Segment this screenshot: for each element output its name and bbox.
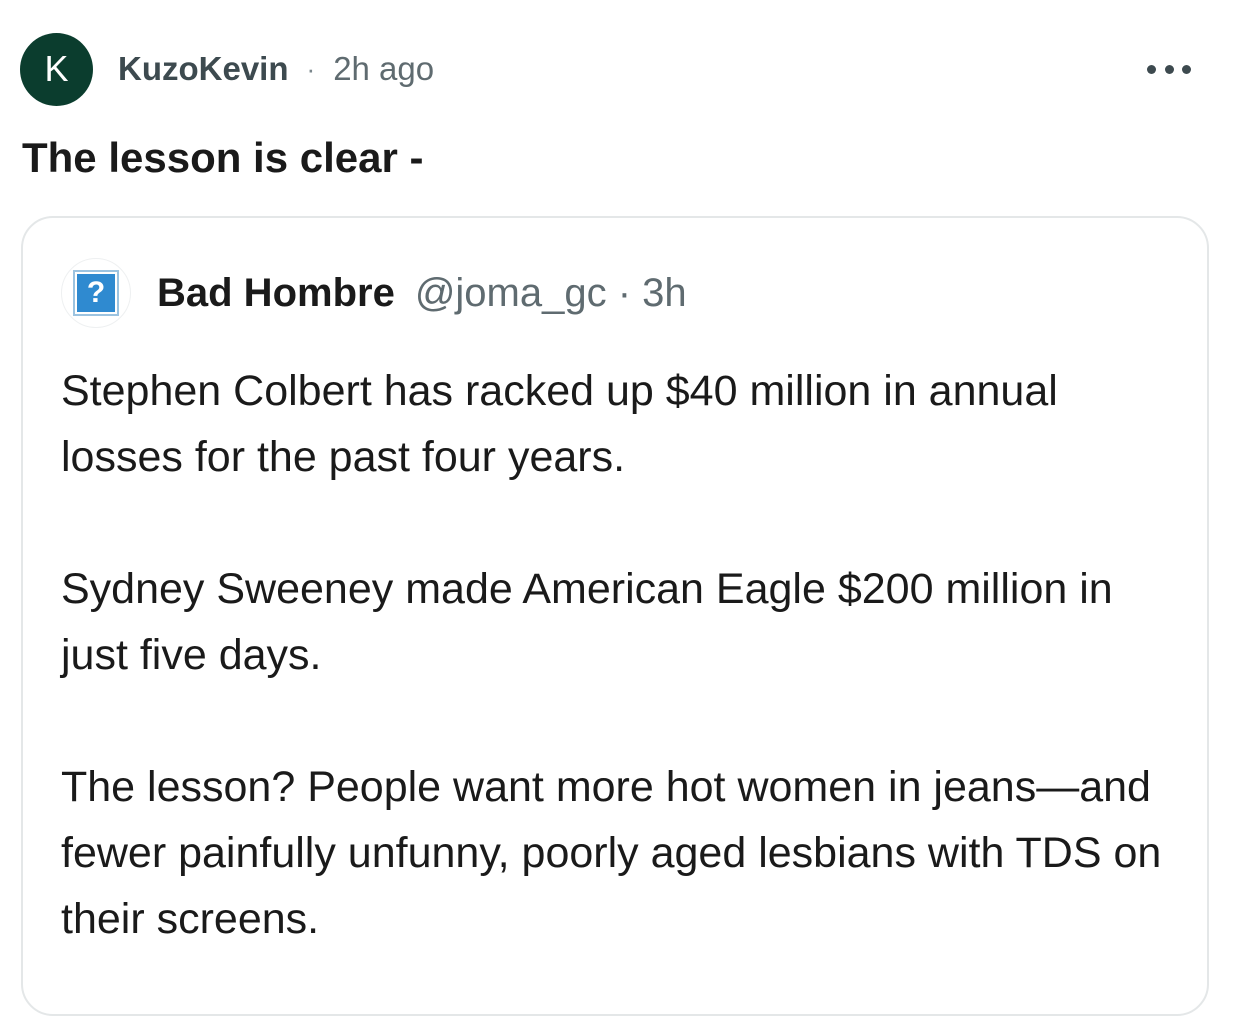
- quoted-avatar[interactable]: ?: [61, 258, 131, 328]
- more-horizontal-icon: [1164, 64, 1174, 74]
- avatar[interactable]: K: [20, 32, 93, 106]
- question-mark-icon: ?: [73, 270, 119, 316]
- quoted-post-body: Stephen Colbert has racked up $40 millio…: [61, 358, 1181, 1018]
- separator-dot: ·: [306, 53, 316, 84]
- quoted-handle-time: @joma_gc · 3h: [414, 270, 687, 315]
- more-horizontal-icon: [1147, 64, 1156, 74]
- quoted-paragraph: Stephen Colbert has racked up $40 millio…: [61, 367, 1058, 481]
- post-title: The lesson is clear -: [22, 134, 424, 181]
- quoted-post-card[interactable]: ? Bad Hombre @joma_gc · 3h Stephen Colbe…: [21, 216, 1209, 1016]
- quoted-paragraph: The lesson? People want more hot women i…: [61, 763, 1162, 943]
- question-mark-glyph: ?: [77, 274, 115, 312]
- author-name[interactable]: KuzoKevin: [118, 50, 289, 88]
- quoted-author-name[interactable]: Bad Hombre: [157, 271, 395, 316]
- more-options-button[interactable]: [1147, 58, 1191, 80]
- more-horizontal-icon: [1182, 64, 1191, 74]
- quoted-post-header: ? Bad Hombre @joma_gc · 3h: [61, 258, 687, 328]
- quoted-paragraph: Sydney Sweeney made American Eagle $200 …: [61, 565, 1113, 679]
- post-timestamp: 2h ago: [333, 50, 435, 87]
- post-header: K KuzoKevin · 2h ago: [20, 32, 434, 106]
